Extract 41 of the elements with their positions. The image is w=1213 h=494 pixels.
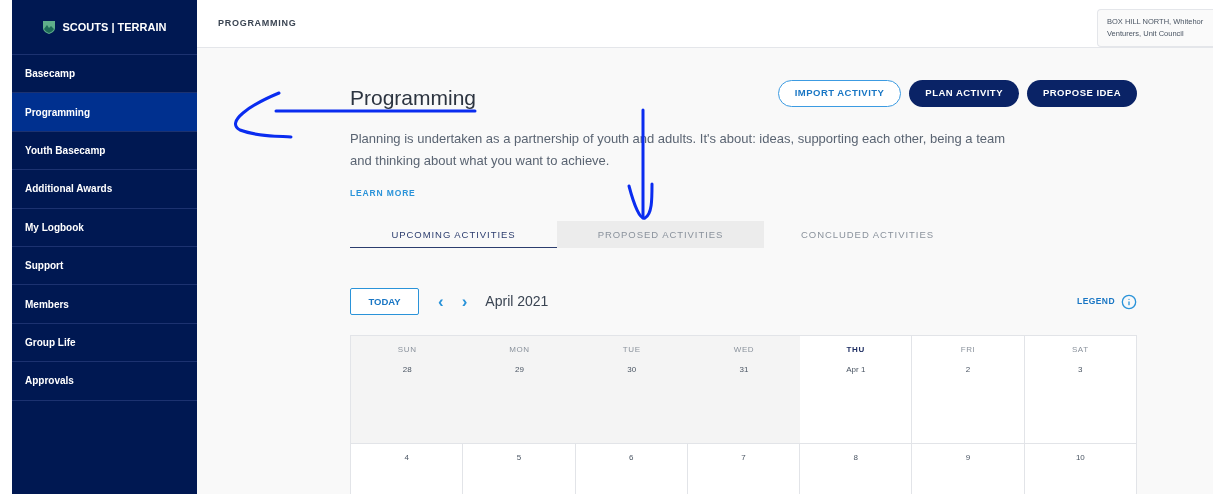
action-button[interactable]: PLAN ACTIVITY	[909, 80, 1019, 107]
day-number: 4	[404, 452, 409, 465]
day-number: 29	[514, 364, 524, 377]
logo-icon	[42, 20, 55, 34]
logo-text: SCOUTS | TERRAIN	[62, 19, 167, 35]
day-number: 3	[1078, 364, 1083, 377]
action-button[interactable]: PROPOSE IDEA	[1026, 80, 1137, 107]
calendar-day-cell[interactable]: MON 29	[463, 336, 576, 445]
legend-link[interactable]: LEGEND	[1077, 295, 1115, 309]
activities-tab[interactable]: UPCOMING ACTIVITIES	[350, 221, 557, 249]
month-label: April 2021	[485, 292, 549, 312]
action-button[interactable]: IMPORT ACTIVITY	[777, 80, 902, 107]
calendar-day-cell[interactable]: FRI 2	[912, 336, 1025, 445]
info-icon[interactable]	[1121, 293, 1137, 310]
day-number: 10	[1075, 452, 1085, 465]
calendar-day-cell[interactable]: SAT 3	[1024, 336, 1137, 445]
day-number: 30	[627, 364, 637, 377]
weekday-label: FRI	[960, 344, 976, 357]
day-number: 7	[741, 452, 746, 465]
weekday-label: THU	[846, 344, 865, 357]
page-title: Programming	[350, 85, 477, 111]
sidebar-item[interactable]: Programming	[12, 93, 197, 132]
weekday-label: SAT	[1071, 344, 1089, 357]
calendar-day-cell[interactable]: SUN 28	[351, 336, 464, 445]
page-header-title: PROGRAMMING	[218, 16, 297, 30]
calendar-day-cell[interactable]: WED 31	[687, 336, 801, 445]
day-number: 5	[516, 452, 522, 465]
calendar-day-cell[interactable]: THU Apr 1	[800, 336, 913, 445]
day-number: 6	[628, 452, 634, 465]
weekday-label: WED	[733, 344, 755, 357]
weekday-label: SUN	[397, 344, 417, 357]
day-number: Apr 1	[846, 364, 866, 377]
day-number: 28	[402, 364, 412, 377]
day-number: 2	[965, 364, 971, 377]
day-number: 31	[739, 364, 749, 377]
calendar-day-cell[interactable]: TUE 30	[575, 336, 688, 445]
day-number: 8	[853, 452, 858, 465]
day-number: 9	[965, 452, 971, 465]
weekday-label: TUE	[622, 344, 641, 357]
today-button[interactable]: TODAY	[350, 288, 419, 316]
weekday-label: MON	[509, 344, 530, 357]
